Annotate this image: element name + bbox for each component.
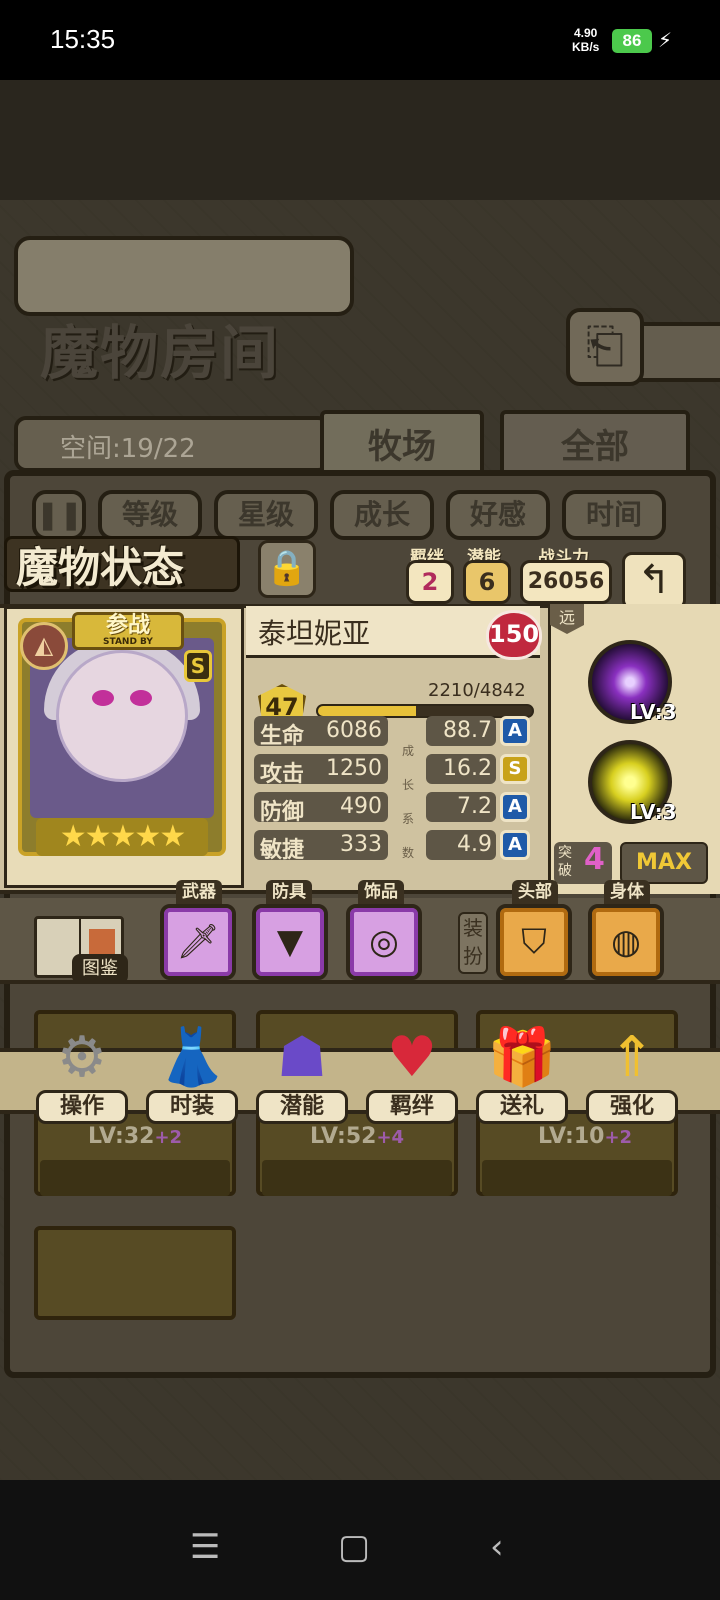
demon-icon: ☗ [276, 1025, 328, 1090]
growth-grade: A [500, 792, 530, 822]
portrait-eye [92, 690, 114, 706]
growth-value: 16.2 [443, 756, 492, 781]
standby-badge: 参战 STAND BY [72, 612, 184, 650]
monster-name: 泰坦妮亚 [258, 617, 371, 650]
exp-fill [318, 706, 416, 716]
stat-value: 333 [340, 832, 382, 857]
growth-coefficient-label: 数 [402, 846, 415, 860]
lock-icon: 🔒 [265, 548, 309, 588]
action-potential-button[interactable]: ☗ 潜能 [250, 1018, 354, 1128]
status-bar: 15:35 4.90 KB/s 86 ⚡ [0, 0, 720, 80]
portrait-eye [130, 690, 152, 706]
head-slot[interactable]: ⛉ [496, 904, 572, 980]
growth-value: 88.7 [443, 718, 492, 743]
accessory-slot[interactable]: ◎ [346, 904, 422, 980]
dress-icon: 👗 [157, 1025, 227, 1090]
menu-icon[interactable]: ☰ [190, 1530, 220, 1564]
skill-level: LV:3 [630, 700, 677, 724]
potential-chip: 6 [463, 560, 511, 604]
lock-button[interactable]: 🔒 [258, 540, 316, 598]
slot-label: 头部 [512, 880, 558, 904]
growth-value: 4.9 [457, 832, 492, 857]
growth-grade: A [500, 830, 530, 860]
status-time: 15:35 [50, 24, 116, 54]
max-button[interactable]: MAX [620, 842, 708, 884]
slot-label: 防具 [266, 880, 312, 904]
hearts-icon: ♥ [386, 1025, 438, 1090]
stat-value: 6086 [326, 718, 382, 743]
battery-indicator: 86 [612, 29, 652, 53]
star-rating: ★★★★★ [36, 818, 208, 856]
home-icon[interactable]: ▢ [338, 1530, 370, 1564]
growth-grade: A [500, 716, 530, 746]
action-gift-button[interactable]: 🎁 送礼 [470, 1018, 574, 1128]
skill-level: LV:3 [630, 800, 677, 824]
status-title: 魔物状态 [16, 543, 185, 592]
headband-icon: ⛉ [521, 922, 547, 962]
status-back-button[interactable]: ↰ [622, 552, 686, 610]
growth-coefficient-label: 成 [402, 744, 415, 758]
stat-name: 生命 [260, 724, 305, 749]
growth-coefficient-label: 系 [402, 812, 415, 826]
stat-value: 490 [340, 794, 382, 819]
ring-icon: ◎ [369, 922, 399, 962]
slot-label: 身体 [604, 880, 650, 904]
armor-slot[interactable]: ▼ [252, 904, 328, 980]
stat-name: 敏捷 [260, 838, 305, 863]
return-arrow-icon: ↰ [637, 557, 671, 603]
action-operate-button[interactable]: ⚙ 操作 [30, 1018, 134, 1128]
action-enhance-button[interactable]: ⇑ 强化 [580, 1018, 684, 1128]
slot-label: 饰品 [358, 880, 404, 904]
weapon-slot[interactable]: 🗡 [160, 904, 236, 980]
slot-label: 武器 [176, 880, 222, 904]
action-costume-button[interactable]: 👗 时装 [140, 1018, 244, 1128]
codex-label[interactable]: 图鉴 [72, 954, 128, 984]
gear-icon: ⚙ [56, 1025, 108, 1090]
power-chip: 26056 [520, 560, 612, 604]
growth-grade: S [500, 754, 530, 784]
stat-name: 攻击 [260, 762, 305, 787]
costume-label: 装扮 [458, 912, 488, 974]
cloak-icon: ▼ [276, 922, 304, 962]
network-speed: 4.90 KB/s [572, 26, 600, 54]
gift-icon: 🎁 [487, 1025, 557, 1090]
portrait-face [56, 650, 188, 782]
sword-icon: 🗡 [176, 922, 220, 962]
affection-heart: 150 [486, 610, 542, 660]
stat-value: 1250 [326, 756, 382, 781]
rank-badge: S [184, 650, 212, 682]
breakthrough-value: 4 [584, 842, 605, 877]
growth-value: 7.2 [457, 794, 492, 819]
action-bond-button[interactable]: ♥ 羁绊 [360, 1018, 464, 1128]
body-slot[interactable]: ◍ [588, 904, 664, 980]
breakthrough-label: 突破 [558, 845, 572, 879]
exp-text: 2210/4842 [428, 680, 526, 701]
back-icon[interactable]: ‹ [490, 1530, 504, 1564]
element-icon: ◭ [20, 622, 68, 670]
bond-chip: 2 [406, 560, 454, 604]
bolt-icon: ⚡ [658, 28, 673, 52]
pumpkin-icon: ◍ [611, 922, 641, 962]
stat-name: 防御 [260, 800, 305, 825]
growth-coefficient-label: 长 [402, 778, 415, 792]
up-arrows-icon: ⇑ [608, 1025, 656, 1090]
